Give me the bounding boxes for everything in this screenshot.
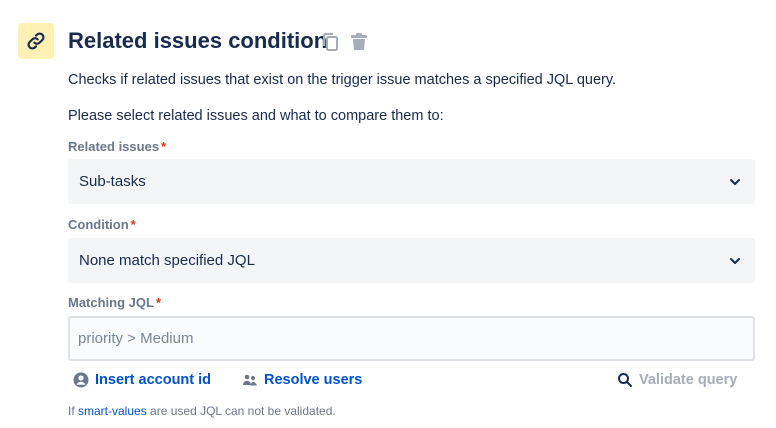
link-icon-badge <box>18 23 54 59</box>
condition-select[interactable]: None match specified JQL <box>68 238 755 283</box>
insert-account-id-label: Insert account id <box>95 372 212 388</box>
condition-value: None match specified JQL <box>79 252 255 269</box>
chevron-down-icon <box>730 178 740 185</box>
people-icon <box>243 374 257 386</box>
title-actions <box>320 31 370 53</box>
description-text: Checks if related issues that exist on t… <box>68 72 617 88</box>
resolve-users-label: Resolve users <box>264 372 363 388</box>
required-mark: * <box>161 139 167 154</box>
copy-button[interactable] <box>320 31 342 53</box>
related-issues-value: Sub-tasks <box>79 173 146 190</box>
link-icon <box>27 32 45 50</box>
trash-icon <box>351 33 367 50</box>
search-icon <box>618 373 632 387</box>
page-title: Related issues condition <box>68 28 328 53</box>
instruction-text: Please select related issues and what to… <box>68 108 444 124</box>
validate-query-label: Validate query <box>639 372 738 388</box>
copy-icon <box>323 33 338 51</box>
validate-query-button[interactable]: Validate query <box>617 370 737 390</box>
insert-account-id-button[interactable]: Insert account id <box>73 370 211 390</box>
user-circle-icon <box>73 372 89 388</box>
required-mark: * <box>155 295 162 310</box>
matching-jql-label: Matching JQL * <box>68 295 162 310</box>
condition-label: Condition * <box>68 217 136 232</box>
related-issues-label: Related issues * <box>68 139 167 154</box>
chevron-down-icon <box>730 257 740 264</box>
hint-text: If smart-values are used JQL can not be … <box>68 404 336 418</box>
delete-button[interactable] <box>348 31 370 53</box>
smart-values-link[interactable]: smart-values <box>78 404 147 418</box>
required-mark: * <box>130 217 136 232</box>
resolve-users-button[interactable]: Resolve users <box>242 370 362 390</box>
matching-jql-input[interactable] <box>68 316 755 361</box>
related-issues-select[interactable]: Sub-tasks <box>68 159 755 204</box>
